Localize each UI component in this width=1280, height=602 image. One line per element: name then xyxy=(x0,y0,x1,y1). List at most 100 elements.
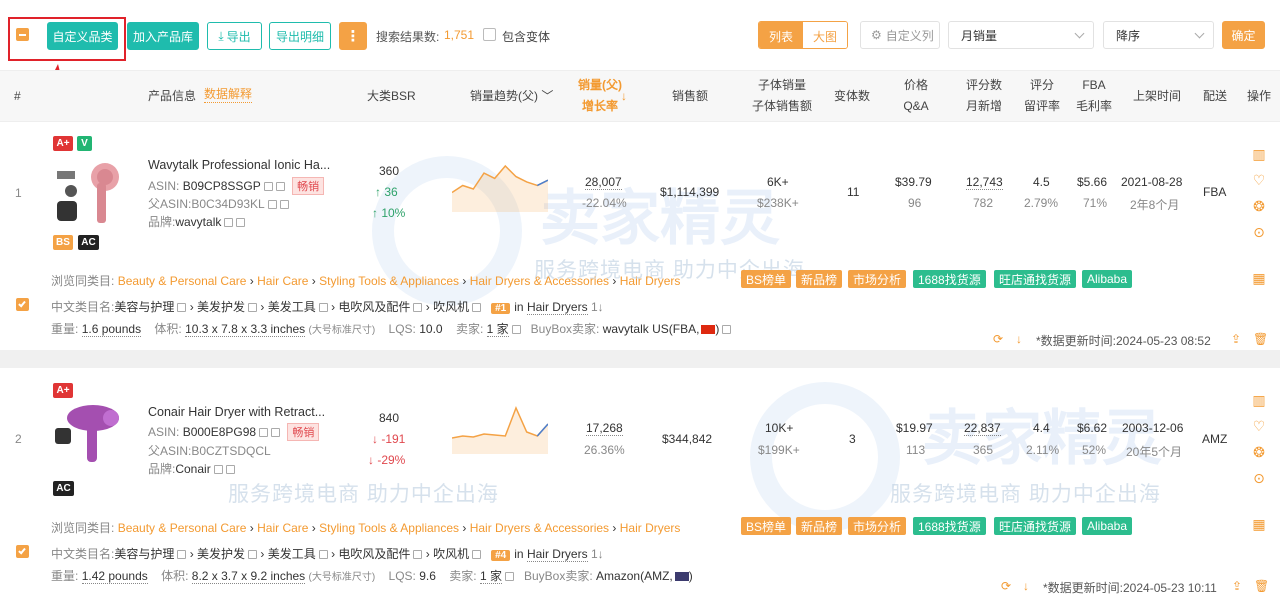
copy-icon[interactable] xyxy=(267,200,277,210)
lifebuoy-icon[interactable]: ❂ xyxy=(1251,444,1267,461)
view-list-tab[interactable]: 列表 xyxy=(759,22,804,48)
product-specs: 重量: 1.6 pounds 体积: 10.3 x 7.8 x 3.3 inch… xyxy=(51,320,732,337)
lifebuoy-icon[interactable]: ❂ xyxy=(1251,198,1267,215)
sort-field-select[interactable]: 月销量 xyxy=(948,21,1094,49)
trash-icon[interactable]: 🗑 xyxy=(1253,332,1268,346)
col-revenue[interactable]: 销售额 xyxy=(672,86,708,107)
col-fulfillment: 配送 xyxy=(1203,89,1228,103)
sort-desc-icon[interactable]: ↓ xyxy=(621,86,627,107)
sort-order-select[interactable]: 降序 xyxy=(1103,21,1214,49)
more-options-button[interactable]: ⋮ xyxy=(339,22,367,50)
col-sales-volume[interactable]: 销量(父) 增长率 xyxy=(578,75,622,117)
browse-category: 浏览同类目: Beauty & Personal Care › Hair Car… xyxy=(51,274,681,288)
col-launch-date[interactable]: 上架时间 xyxy=(1133,86,1181,107)
calculator-icon[interactable]: ▦ xyxy=(1251,516,1267,533)
col-bsr[interactable]: 大类BSR xyxy=(367,86,416,107)
wangdian-source-button[interactable]: 旺店通找货源 xyxy=(994,517,1077,535)
external-link-icon[interactable] xyxy=(236,218,246,228)
pill-group: BS榜单 新品榜 市场分析 1688找货源 旺店通找货源 Alibaba xyxy=(741,270,1141,288)
retention-value: 2.11% xyxy=(1026,443,1060,457)
view-grid-tab[interactable]: 大图 xyxy=(803,22,848,48)
sales-value[interactable]: 28,007 xyxy=(585,175,622,190)
source-1688-button[interactable]: 1688找货源 xyxy=(913,270,986,288)
growth-value: 26.36% xyxy=(584,443,625,457)
reviews-value[interactable]: 22,837 xyxy=(964,421,1001,436)
export-button[interactable]: ⤓ 导出 xyxy=(207,22,262,50)
refresh-icon[interactable]: ⟳ xyxy=(993,332,1003,346)
alibaba-button[interactable]: Alibaba xyxy=(1082,517,1133,535)
asin-value[interactable]: B000E8PG98 xyxy=(183,425,256,439)
col-fba[interactable]: FBA 毛利率 xyxy=(1076,75,1112,117)
col-rating[interactable]: 评分 留评率 xyxy=(1024,75,1060,117)
launch-date-value: 2021-08-28 xyxy=(1121,175,1183,189)
new-rank-button[interactable]: 新品榜 xyxy=(796,270,843,288)
growth-value: -22.04% xyxy=(582,196,627,210)
product-image[interactable] xyxy=(53,400,125,478)
child-sales-value: 6K+ xyxy=(767,175,789,189)
bs-rank-button[interactable]: BS榜单 xyxy=(741,270,792,288)
sales-trend-chart[interactable] xyxy=(452,404,548,454)
col-reviews[interactable]: 评分数 月新增 xyxy=(966,75,1002,117)
refresh-icon[interactable]: ⟳ xyxy=(1001,579,1011,593)
calculator-icon[interactable]: ▦ xyxy=(1251,270,1267,287)
alibaba-button[interactable]: Alibaba xyxy=(1082,270,1133,288)
product-title[interactable]: Conair Hair Dryer with Retract... xyxy=(148,405,325,419)
row-checkbox[interactable] xyxy=(16,545,29,558)
share-icon[interactable]: ⇪ xyxy=(1231,332,1241,346)
download-icon[interactable]: ↓ xyxy=(1016,332,1022,346)
bar-chart-icon[interactable]: ▥ xyxy=(1251,146,1267,163)
new-rank-button[interactable]: 新品榜 xyxy=(796,517,843,535)
add-to-library-button[interactable]: 加入产品库 xyxy=(127,22,199,50)
wangdian-source-button[interactable]: 旺店通找货源 xyxy=(994,270,1077,288)
copy-icon[interactable] xyxy=(263,182,273,192)
hot-tag: 畅销 xyxy=(292,177,325,195)
row-separator xyxy=(0,350,1280,368)
rank-badge: #4 xyxy=(491,550,511,561)
price-value: $19.97 xyxy=(896,421,933,435)
external-link-icon[interactable] xyxy=(271,428,281,438)
more-circle-icon[interactable]: ⊙ xyxy=(1251,470,1267,487)
sales-value[interactable]: 17,268 xyxy=(586,421,623,436)
sales-trend-chart[interactable] xyxy=(452,162,548,212)
share-icon[interactable]: ⇪ xyxy=(1232,579,1242,593)
bs-rank-button[interactable]: BS榜单 xyxy=(741,517,792,535)
fulfillment-value: AMZ xyxy=(1202,432,1228,446)
copy-icon[interactable] xyxy=(213,465,223,475)
copy-icon[interactable] xyxy=(224,218,234,228)
source-1688-button[interactable]: 1688找货源 xyxy=(913,517,986,535)
external-link-icon[interactable] xyxy=(279,200,289,210)
bar-chart-icon[interactable]: ▥ xyxy=(1251,392,1267,409)
export-detail-button[interactable]: 导出明细 xyxy=(269,22,331,50)
monthly-new-value: 365 xyxy=(973,443,994,457)
custom-columns-button[interactable]: ⚙ 自定义列 xyxy=(860,21,940,49)
heart-icon[interactable]: ♡ xyxy=(1251,172,1267,189)
col-child-sales[interactable]: 子体销量 子体销售额 xyxy=(752,75,812,117)
market-analysis-button[interactable]: 市场分析 xyxy=(848,270,907,288)
download-icon[interactable]: ↓ xyxy=(1023,579,1029,593)
product-image[interactable] xyxy=(53,153,125,233)
data-explain-link[interactable]: 数据解释 xyxy=(204,86,253,103)
col-variants[interactable]: 变体数 xyxy=(834,86,870,107)
more-circle-icon[interactable]: ⊙ xyxy=(1251,224,1267,241)
china-flag-icon xyxy=(701,325,716,335)
asin-value[interactable]: B09CP8SSGP xyxy=(183,179,261,193)
parent-asin: 父ASIN:B0CZTSDQCL xyxy=(148,444,271,458)
confirm-button[interactable]: 确定 xyxy=(1222,21,1265,49)
copy-icon[interactable] xyxy=(259,428,269,438)
result-count-label: 搜索结果数: xyxy=(376,30,440,44)
trend-line xyxy=(452,406,548,439)
external-link-icon[interactable] xyxy=(225,465,235,475)
product-title[interactable]: Wavytalk Professional Ionic Ha... xyxy=(148,158,330,172)
col-price[interactable]: 价格 Q&A xyxy=(903,75,929,117)
market-analysis-button[interactable]: 市场分析 xyxy=(848,517,907,535)
reviews-value[interactable]: 12,743 xyxy=(966,175,1003,190)
monthly-new-value: 782 xyxy=(973,196,994,210)
trash-icon[interactable]: 🗑 xyxy=(1254,579,1269,593)
row-checkbox[interactable] xyxy=(16,298,29,311)
col-sales-trend[interactable]: 销量趋势(父) ﹀ xyxy=(470,86,553,107)
launch-date-value: 2003-12-06 xyxy=(1122,421,1184,435)
result-count-value: 1,751 xyxy=(444,28,475,42)
external-link-icon[interactable] xyxy=(275,182,285,192)
include-variants-checkbox[interactable] xyxy=(483,28,496,41)
heart-icon[interactable]: ♡ xyxy=(1251,418,1267,435)
